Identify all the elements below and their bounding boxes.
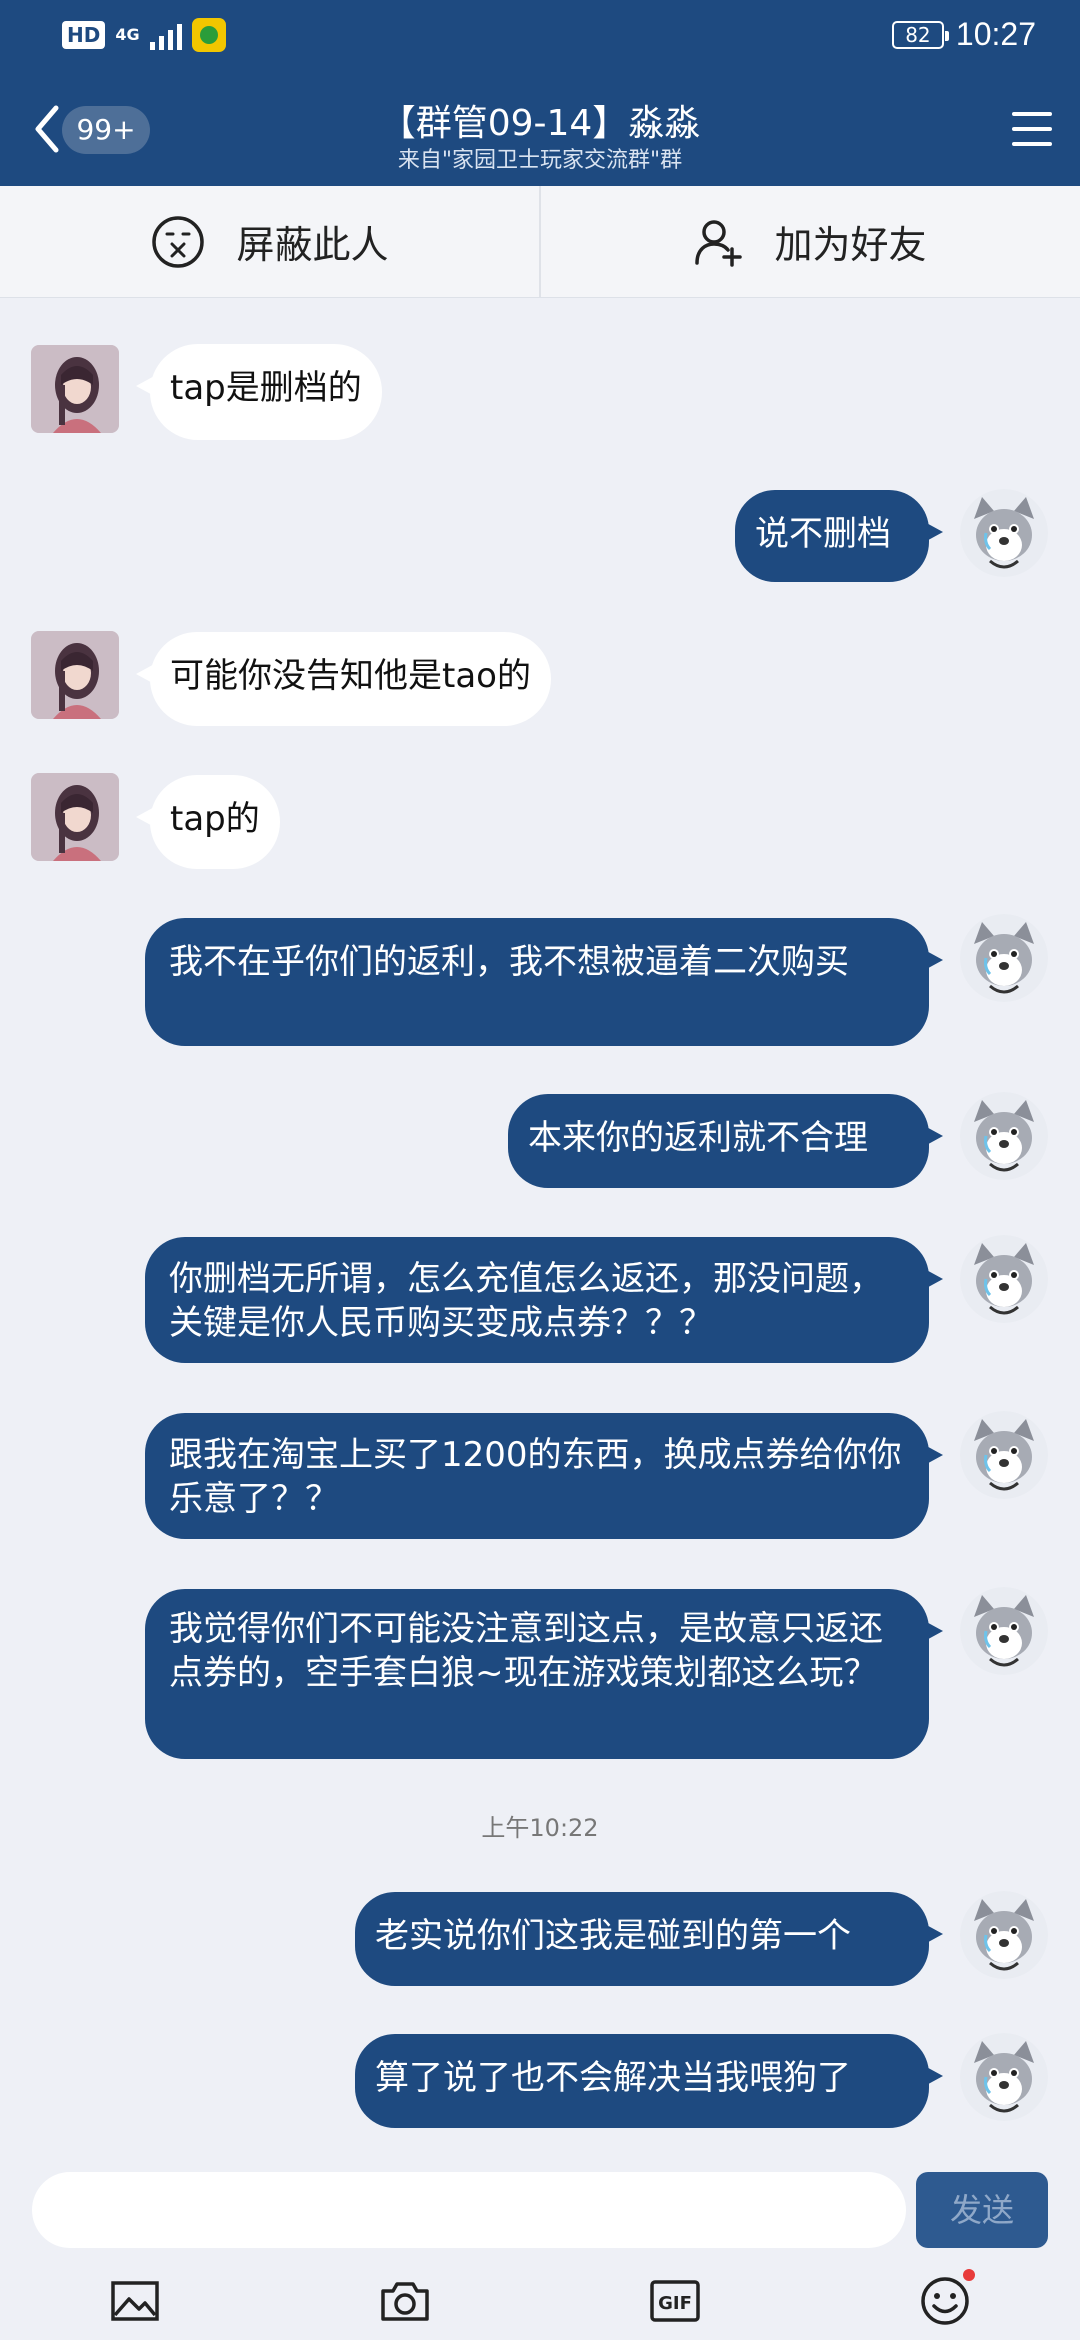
message-bubble: 跟我在淘宝上买了1200的东西，换成点券给你你乐意了？？ — [145, 1413, 943, 1539]
message-bubble: 算了说了也不会解决当我喂狗了 — [355, 2034, 943, 2128]
message-bubble: 你删档无所谓，怎么充值怎么返还，那没问题，关键是你人民币购买变成点券？？？ — [145, 1237, 943, 1363]
chat-title: 【群管09-14】淼淼 — [379, 103, 701, 144]
clock: 10:27 — [955, 16, 1036, 52]
self-avatar[interactable] — [960, 1891, 1048, 1979]
self-avatar[interactable] — [960, 1092, 1048, 1180]
music-app-icon — [191, 18, 226, 52]
timestamp: 上午10:22 — [481, 1814, 599, 1842]
block-user-label: 屏蔽此人 — [236, 223, 389, 267]
add-friend-icon — [695, 219, 743, 267]
gif-icon[interactable]: GIF — [649, 2275, 701, 2327]
self-avatar[interactable] — [960, 1587, 1048, 1675]
self-avatar[interactable] — [960, 914, 1048, 1002]
block-user-button[interactable]: 屏蔽此人 — [0, 186, 539, 297]
sender-avatar[interactable] — [31, 345, 119, 433]
menu-icon[interactable] — [1012, 112, 1052, 146]
message-bubble: 我不在乎你们的返利，我不想被逼着二次购买 — [145, 918, 943, 1046]
signal-icon — [149, 20, 182, 50]
send-button[interactable]: 发送 — [916, 2172, 1048, 2248]
message-bubble: 说不删档 — [735, 490, 943, 582]
header: HD 4G 82 10:27 99+ 【群管09-14】淼淼 来自"家园卫士玩家… — [0, 0, 1080, 186]
emoji-button[interactable] — [919, 2269, 975, 2327]
status-bar: HD 4G 82 10:27 — [0, 0, 1080, 74]
self-avatar[interactable] — [960, 489, 1048, 577]
message-bubble: tap是删档的 — [136, 344, 382, 440]
message-bubble: tap的 — [136, 775, 280, 869]
message-bubble: 我觉得你们不可能没注意到这点，是故意只返还点券的，空手套白狼~现在游戏策划都这么… — [145, 1589, 943, 1759]
action-bar: 屏蔽此人 加为好友 — [0, 186, 1080, 298]
message-bubble: 可能你没告知他是tao的 — [136, 632, 551, 726]
block-icon — [152, 215, 205, 268]
network-label: 4G — [115, 25, 140, 44]
camera-icon[interactable] — [379, 2275, 431, 2327]
self-avatar[interactable] — [960, 1235, 1048, 1323]
message-input[interactable] — [32, 2172, 906, 2248]
sender-avatar[interactable] — [31, 773, 119, 861]
self-avatar[interactable] — [960, 2033, 1048, 2121]
message-bubble: 本来你的返利就不合理 — [508, 1094, 943, 1188]
hd-indicator: HD — [62, 21, 106, 49]
emoji-icon — [921, 2277, 969, 2325]
add-friend-label: 加为好友 — [774, 223, 927, 267]
input-bar: 发送 GIF — [0, 2160, 1080, 2340]
svg-text:GIF: GIF — [658, 2293, 692, 2314]
battery-icon: 82 — [891, 20, 949, 49]
sender-avatar[interactable] — [31, 631, 119, 719]
chat-subtitle: 来自"家园卫士玩家交流群"群 — [397, 148, 683, 173]
toolbar: GIF — [0, 2266, 1080, 2336]
message-bubble: 老实说你们这我是碰到的第一个 — [355, 1892, 943, 1986]
add-friend-button[interactable]: 加为好友 — [539, 186, 1080, 297]
notification-dot — [963, 2269, 975, 2281]
self-avatar[interactable] — [960, 1411, 1048, 1499]
image-icon[interactable] — [109, 2275, 161, 2327]
